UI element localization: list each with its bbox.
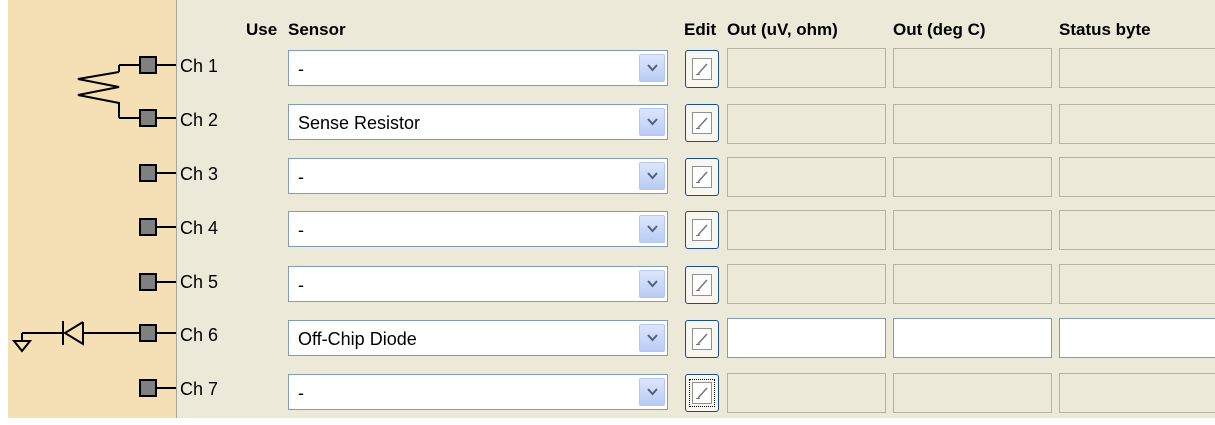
- edit-pencil-icon: [692, 58, 712, 80]
- channel-label: Ch 5: [180, 272, 219, 292]
- out-deg-c-field: [893, 210, 1052, 250]
- out-uv-ohm-field: [727, 104, 886, 144]
- chevron-down-icon[interactable]: [639, 54, 665, 82]
- sensor-select-ch6[interactable]: Off-Chip Diode: [288, 320, 668, 356]
- ground-symbol-icon: [11, 333, 33, 353]
- out-deg-c-field: [893, 48, 1052, 88]
- out-uv-ohm-field[interactable]: [727, 318, 886, 358]
- out-deg-c-field: [893, 104, 1052, 144]
- status-byte-field: [1059, 48, 1215, 88]
- out-uv-ohm-field: [727, 373, 886, 413]
- edit-pencil-icon: [692, 219, 712, 241]
- chevron-down-icon[interactable]: [639, 324, 665, 352]
- out-uv-ohm-field: [727, 210, 886, 250]
- channel-label: Ch 6: [180, 325, 219, 345]
- sensor-select-value: -: [298, 59, 304, 79]
- resistor-symbol-icon: [77, 64, 140, 119]
- edit-pencil-icon: [692, 112, 712, 134]
- edit-button-ch4[interactable]: [685, 211, 719, 249]
- out-deg-c-field: [893, 373, 1052, 413]
- sensor-select-value: -: [298, 167, 304, 187]
- out-deg-c-field: [893, 157, 1052, 197]
- status-byte-field: [1059, 157, 1215, 197]
- edit-pencil-icon: [692, 274, 712, 296]
- ch3-terminal-icon: [139, 164, 157, 182]
- out-deg-c-field: [893, 264, 1052, 304]
- diode-symbol-icon: [22, 321, 140, 346]
- edit-button-ch6[interactable]: [685, 320, 719, 358]
- sensor-select-value: -: [298, 383, 304, 403]
- status-byte-field[interactable]: [1059, 318, 1215, 358]
- edit-button-ch1[interactable]: [685, 50, 719, 88]
- sensor-select-ch3[interactable]: -: [288, 158, 668, 194]
- ch2-terminal-icon: [139, 109, 157, 127]
- sensor-select-value: Sense Resistor: [298, 113, 421, 133]
- header-sensor: Sensor: [288, 20, 346, 39]
- sensor-select-ch5[interactable]: -: [288, 266, 668, 302]
- sensor-select-value: -: [298, 275, 304, 295]
- channel-label: Ch 3: [180, 164, 219, 184]
- chevron-down-icon[interactable]: [639, 108, 665, 136]
- status-byte-field: [1059, 373, 1215, 413]
- edit-pencil-icon: [692, 328, 712, 350]
- schematic-drawing: [11, 56, 176, 397]
- chevron-down-icon[interactable]: [639, 162, 665, 190]
- ch7-terminal-icon: [139, 379, 157, 397]
- edit-button-ch5[interactable]: [685, 266, 719, 304]
- header-out-deg-c: Out (deg C): [893, 20, 986, 39]
- channel-label: Ch 7: [180, 379, 219, 399]
- edit-button-ch2[interactable]: [685, 104, 719, 142]
- edit-pencil-icon: [689, 379, 715, 407]
- sensor-select-ch2[interactable]: Sense Resistor: [288, 104, 668, 140]
- ch5-terminal-icon: [139, 273, 157, 291]
- out-uv-ohm-field: [727, 48, 886, 88]
- header-out-uv-ohm: Out (uV, ohm): [727, 20, 838, 39]
- sensor-select-value: Off-Chip Diode: [298, 329, 417, 349]
- out-uv-ohm-field: [727, 157, 886, 197]
- out-uv-ohm-field: [727, 264, 886, 304]
- header-use: Use: [246, 20, 278, 39]
- schematic-panel: [8, 0, 176, 418]
- chevron-down-icon[interactable]: [639, 270, 665, 298]
- header-status-byte: Status byte: [1059, 20, 1151, 39]
- sensor-select-ch4[interactable]: -: [288, 211, 668, 247]
- channel-label: Ch 2: [180, 110, 219, 130]
- edit-button-ch3[interactable]: [685, 158, 719, 196]
- header-edit: Edit: [684, 20, 717, 39]
- status-byte-field: [1059, 104, 1215, 144]
- edit-pencil-icon: [692, 166, 712, 188]
- ch1-terminal-icon: [139, 56, 157, 74]
- channel-label: Ch 1: [180, 56, 219, 76]
- ch6-terminal-icon: [139, 324, 157, 342]
- sensor-select-ch1[interactable]: -: [288, 50, 668, 86]
- status-byte-field: [1059, 210, 1215, 250]
- sensor-select-ch7[interactable]: -: [288, 374, 668, 410]
- status-byte-field: [1059, 264, 1215, 304]
- ch4-terminal-icon: [139, 218, 157, 236]
- edit-button-ch7[interactable]: [685, 374, 719, 412]
- chevron-down-icon[interactable]: [639, 378, 665, 406]
- sensor-select-value: -: [298, 220, 304, 240]
- channel-label: Ch 4: [180, 218, 219, 238]
- chevron-down-icon[interactable]: [639, 215, 665, 243]
- out-deg-c-field[interactable]: [893, 318, 1052, 358]
